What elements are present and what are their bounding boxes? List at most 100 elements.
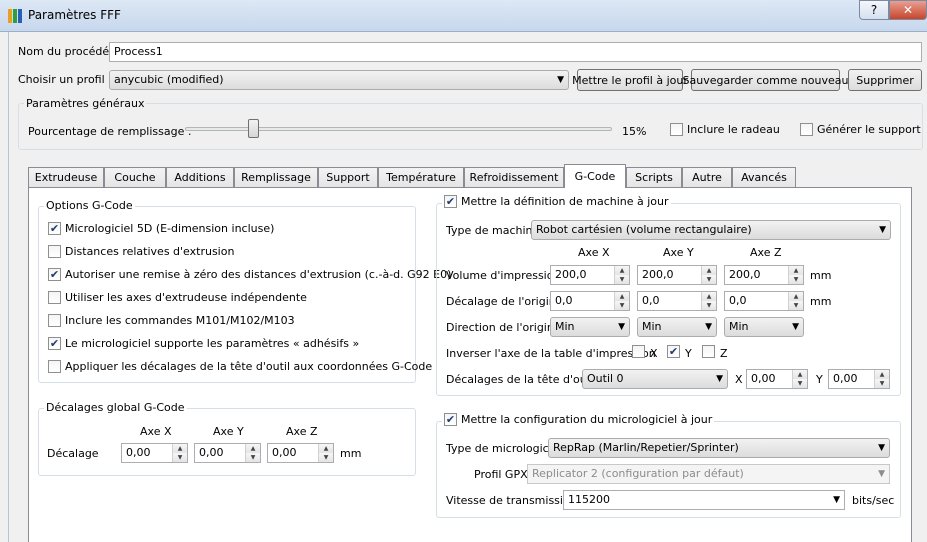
tab-additions[interactable]: Additions (166, 167, 234, 187)
chevron-down-icon: ▼ (716, 374, 723, 384)
chevron-down-icon: ▼ (878, 469, 885, 479)
direction-x-value: Min (555, 320, 575, 333)
spin-arrows-icon[interactable]: ▲ ▼ (788, 266, 803, 284)
option-checkbox[interactable]: ✔ (48, 222, 61, 235)
direction-x-select[interactable]: Min ▼ (550, 317, 630, 337)
option-label: Distances relatives d'extrusion (65, 245, 235, 258)
profile-select[interactable]: anycubic (modified) ▼ (109, 70, 569, 90)
origin-x-value: 0,0 (555, 294, 573, 307)
baud-unit: bits/sec (852, 494, 895, 507)
volume-x-value: 200,0 (555, 268, 587, 281)
firmware-type-value: RepRap (Marlin/Repetier/Sprinter) (553, 441, 739, 454)
spin-arrows-icon[interactable]: ▲ ▼ (874, 370, 889, 388)
spin-arrows-icon[interactable]: ▲ ▼ (701, 266, 716, 284)
chevron-down-icon: ▼ (878, 443, 885, 453)
firmware-type-label: Type de micrologiciel (446, 442, 562, 455)
tab-gcode[interactable]: G-Code (564, 164, 626, 188)
spin-arrows-icon[interactable]: ▲ ▼ (245, 444, 260, 462)
origin-z-value: 0,0 (729, 294, 747, 307)
invert-x-checkbox[interactable] (632, 345, 645, 358)
help-button[interactable]: ? (859, 0, 889, 20)
origin-y-spinbox[interactable]: 0,0 ▲ ▼ (637, 291, 717, 311)
invert-label: Inverser l'axe de la table d'impression (446, 347, 656, 360)
tab-extrudeuse[interactable]: Extrudeuse (28, 167, 104, 187)
process-name-label: Nom du procédé : (18, 45, 117, 58)
tool-y-spinbox[interactable]: 0,00 ▲ ▼ (828, 369, 890, 389)
machine-update-checkbox[interactable]: ✔ (444, 195, 457, 208)
tab-avances[interactable]: Avancés (732, 167, 796, 187)
tab-autre[interactable]: Autre (682, 167, 732, 187)
tool-y-value: 0,00 (833, 372, 858, 385)
gpx-profile-value: Replicator 2 (configuration par défaut) (532, 467, 744, 480)
close-button[interactable]: ✕ (889, 0, 927, 20)
save-as-new-button[interactable]: Sauvegarder comme nouveau (683, 69, 848, 91)
tab-refroidissement[interactable]: Refroidissement (464, 167, 564, 187)
firmware-update-checkbox[interactable]: ✔ (444, 413, 457, 426)
tab-temperature[interactable]: Température (378, 167, 464, 187)
spin-arrows-icon[interactable]: ▲ ▼ (318, 444, 333, 462)
direction-z-select[interactable]: Min ▼ (724, 317, 804, 337)
option-checkbox[interactable]: ✔ (48, 337, 61, 350)
origin-x-spinbox[interactable]: 0,0 ▲ ▼ (550, 291, 630, 311)
tab-scripts[interactable]: Scripts (626, 167, 682, 187)
spin-arrows-icon[interactable]: ▲ ▼ (172, 444, 187, 462)
tool-select[interactable]: Outil 0 ▼ (582, 369, 728, 389)
process-name-input[interactable]: Process1 (109, 42, 922, 62)
machine-type-select[interactable]: Robot cartésien (volume rectangulaire) ▼ (531, 220, 891, 240)
spin-arrows-icon[interactable]: ▲ ▼ (788, 292, 803, 310)
support-checkbox[interactable] (800, 123, 813, 136)
option-checkbox[interactable] (48, 314, 61, 327)
origin-z-spinbox[interactable]: 0,0 ▲ ▼ (724, 291, 804, 311)
spin-arrows-icon[interactable]: ▲ ▼ (701, 292, 716, 310)
spin-arrows-icon[interactable]: ▲ ▼ (792, 370, 807, 388)
checkmark-icon: ✔ (49, 268, 60, 281)
direction-label: Direction de l'origine (446, 321, 561, 334)
direction-y-select[interactable]: Min ▼ (637, 317, 717, 337)
tab-remplissage[interactable]: Remplissage (234, 167, 318, 187)
tab-support[interactable]: Support (318, 167, 378, 187)
option-label: Inclure les commandes M101/M102/M103 (65, 314, 295, 327)
volume-y-value: 200,0 (642, 268, 674, 281)
option-checkbox[interactable] (48, 291, 61, 304)
firmware-group-title: Mettre la configuration du micrologiciel… (461, 413, 713, 426)
offset-z-value: 0,00 (272, 446, 297, 459)
offset-z-spinbox[interactable]: 0,00 ▲ ▼ (267, 443, 334, 463)
firmware-type-select[interactable]: RepRap (Marlin/Repetier/Sprinter) ▼ (548, 438, 890, 458)
tab-couche[interactable]: Couche (104, 167, 166, 187)
machine-axis-z-header: Axe Z (750, 246, 782, 259)
tool-x-spinbox[interactable]: 0,00 ▲ ▼ (746, 369, 808, 389)
chevron-down-icon: ▼ (833, 495, 840, 505)
spin-arrows-icon[interactable]: ▲ ▼ (614, 266, 629, 284)
invert-y-checkbox[interactable]: ✔ (667, 345, 680, 358)
machine-group-header: ✔ Mettre la définition de machine à jour (442, 195, 671, 208)
baud-select[interactable]: 115200 ▼ (563, 490, 845, 510)
infill-label: Pourcentage de remplissage : (28, 125, 192, 138)
chevron-down-icon: ▼ (557, 75, 564, 85)
update-profile-button[interactable]: Mettre le profil à jour (572, 69, 688, 91)
checkmark-icon: ✔ (49, 222, 60, 235)
option-checkbox[interactable] (48, 360, 61, 373)
origin-y-value: 0,0 (642, 294, 660, 307)
spin-arrows-icon[interactable]: ▲ ▼ (614, 292, 629, 310)
checkmark-icon: ✔ (668, 345, 679, 358)
checkmark-icon: ✔ (445, 413, 456, 426)
delete-profile-button[interactable]: Supprimer (848, 69, 922, 91)
volume-x-spinbox[interactable]: 200,0 ▲ ▼ (550, 265, 630, 285)
volume-z-spinbox[interactable]: 200,0 ▲ ▼ (724, 265, 804, 285)
volume-y-spinbox[interactable]: 200,0 ▲ ▼ (637, 265, 717, 285)
invert-z-checkbox[interactable] (702, 345, 715, 358)
raft-checkbox[interactable] (670, 123, 683, 136)
offset-y-spinbox[interactable]: 0,00 ▲ ▼ (194, 443, 261, 463)
machine-group-title: Mettre la définition de machine à jour (461, 195, 669, 208)
option-label: Autoriser une remise à zéro des distance… (65, 268, 452, 281)
profile-select-value: anycubic (modified) (114, 73, 224, 86)
option-checkbox[interactable] (48, 245, 61, 258)
infill-slider-handle[interactable] (248, 119, 259, 138)
option-label: Appliquer les décalages de la tête d'out… (65, 360, 433, 373)
offset-x-spinbox[interactable]: 0,00 ▲ ▼ (121, 443, 188, 463)
invert-y-label: Y (685, 347, 692, 360)
option-label: Micrologiciel 5D (E-dimension incluse) (65, 222, 275, 235)
option-label: Utiliser les axes d'extrudeuse indépende… (65, 291, 307, 304)
volume-unit: mm (810, 269, 832, 282)
option-checkbox[interactable]: ✔ (48, 268, 61, 281)
